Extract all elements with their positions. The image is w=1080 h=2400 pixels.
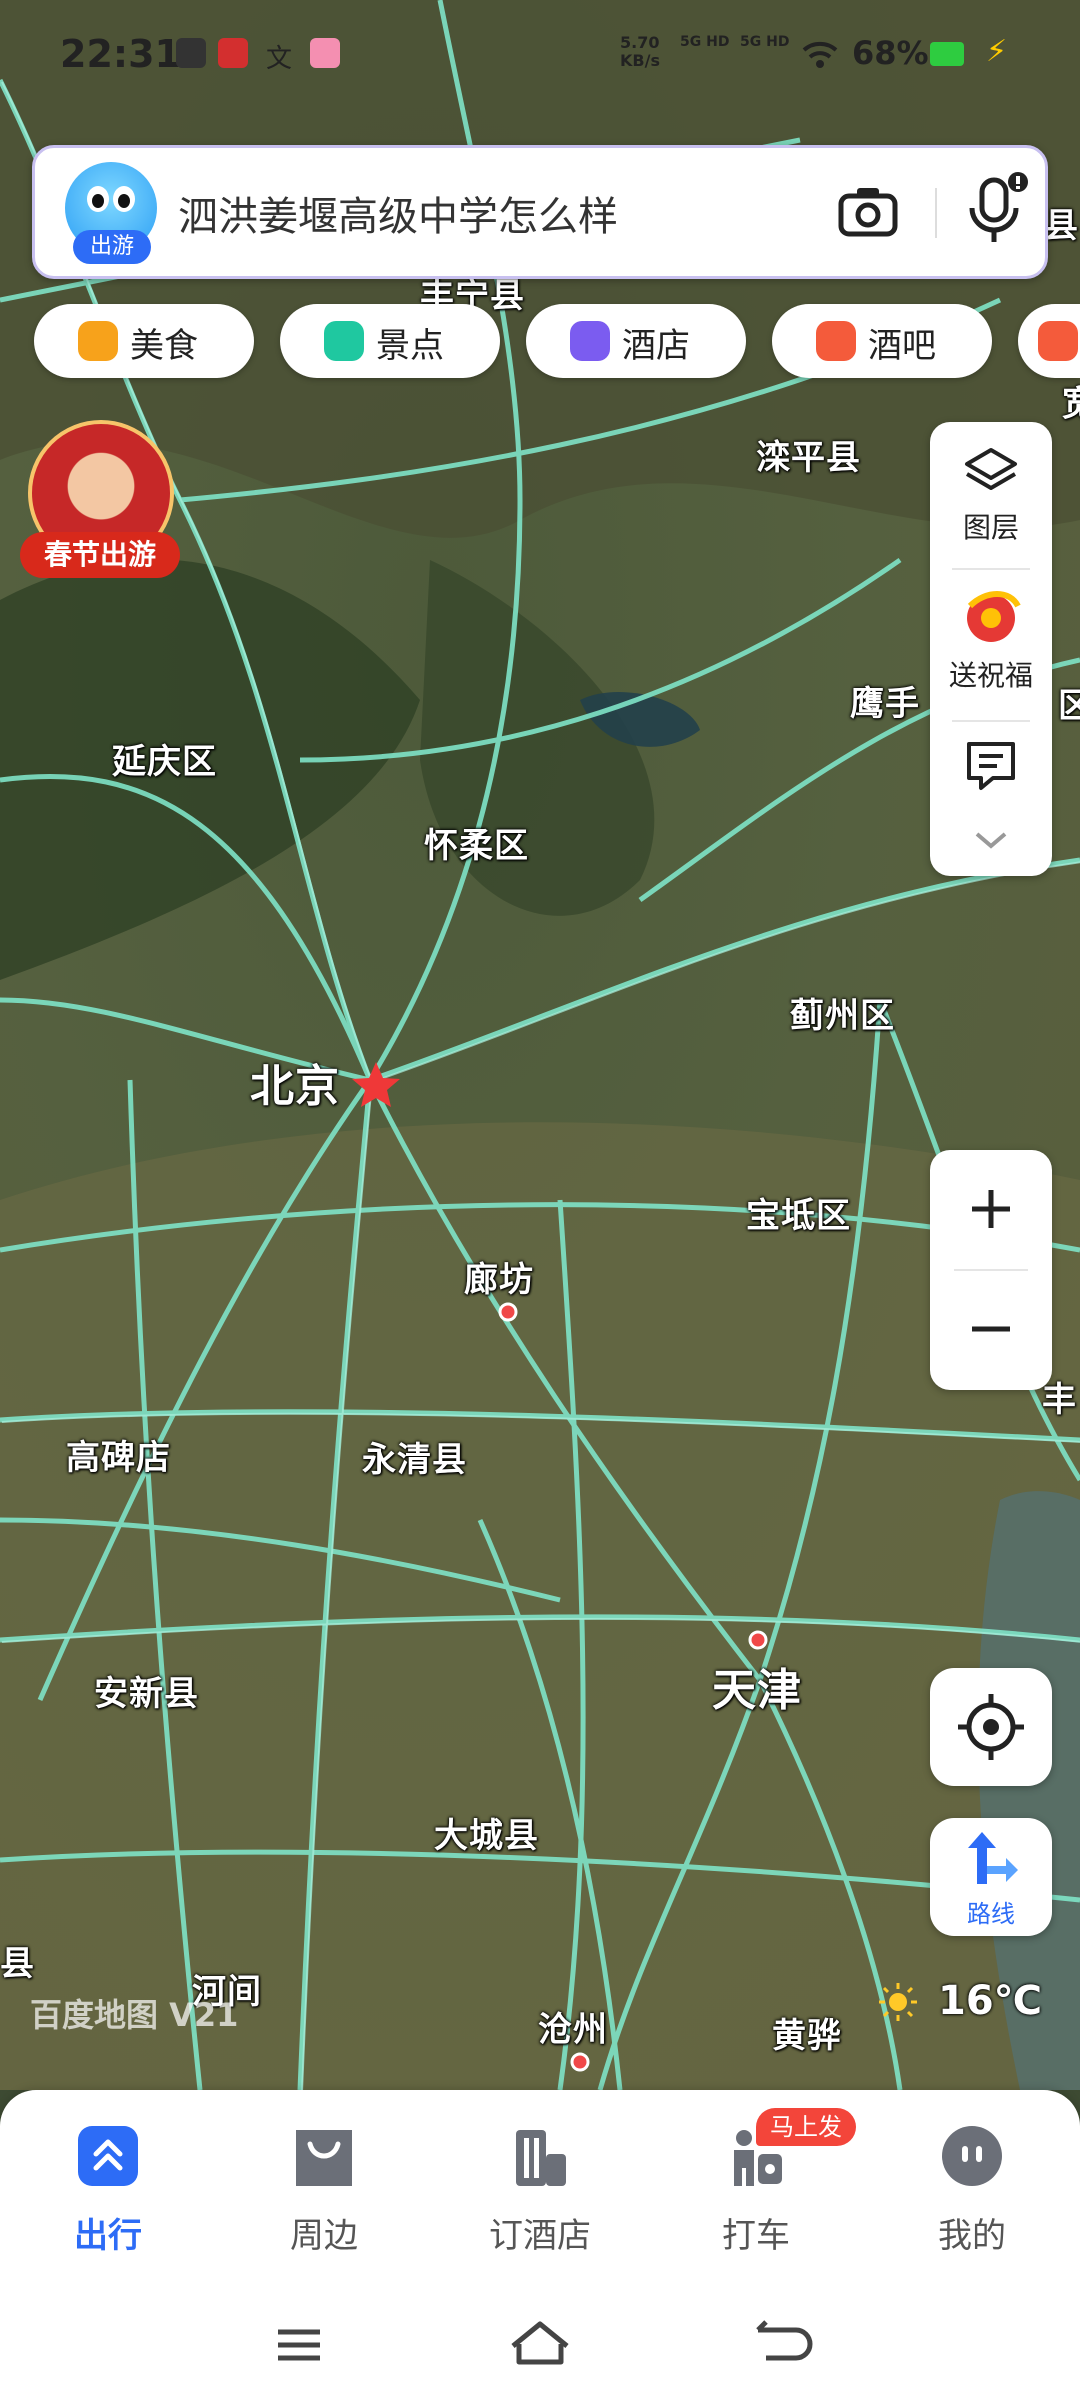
app-notification-icon: [310, 38, 340, 68]
expand-tools-button[interactable]: [930, 830, 1052, 856]
travel-icon: [78, 2126, 138, 2186]
battery-icon: [930, 42, 964, 66]
nav-label: 订酒店: [489, 2216, 591, 2256]
place-label: 县: [1044, 206, 1079, 246]
chevron-down-icon: [975, 832, 1007, 849]
place-label: 大城县: [434, 1816, 539, 1856]
chip-label: 景点: [376, 326, 444, 366]
feedback-button[interactable]: [930, 738, 1052, 798]
place-label: 高碑店: [66, 1438, 171, 1478]
layers-button[interactable]: 图层: [930, 446, 1052, 546]
sun-icon: [879, 1983, 917, 2021]
tool-divider: [952, 720, 1030, 722]
home-icon[interactable]: [505, 2310, 575, 2380]
place-label: 天津: [712, 1665, 802, 1716]
food-icon: [78, 321, 118, 361]
greeting-icon: [967, 591, 1021, 642]
nearby-icon: [296, 2130, 352, 2186]
zoom-control: [930, 1150, 1052, 1390]
plus-icon: [972, 1190, 1010, 1228]
place-label: 县: [0, 1944, 35, 1984]
text-notification-icon: 文: [266, 44, 293, 74]
chip-label: 美食: [130, 326, 198, 366]
more-category-icon: [1038, 321, 1078, 361]
chip-label: 酒店: [622, 326, 690, 366]
nav-profile[interactable]: 我的: [882, 2124, 1062, 2264]
category-chip-hotel[interactable]: 酒店: [526, 304, 746, 378]
minus-icon: [972, 1326, 1010, 1332]
hotel-booking-icon: [516, 2130, 566, 2186]
system-navigation-bar: [0, 2290, 1080, 2400]
place-label: 永清县: [362, 1440, 467, 1480]
tool-divider: [952, 568, 1030, 570]
scenic-icon: [324, 321, 364, 361]
search-bar[interactable]: 出游 泗洪姜堰高级中学怎么样: [32, 145, 1048, 279]
mascot-tag: 出游: [73, 230, 151, 264]
place-label: 黄骅: [772, 2016, 842, 2056]
map-tools-panel: 图层 送祝福: [930, 422, 1052, 876]
festival-label: 春节出游: [20, 532, 180, 578]
microphone-icon[interactable]: [960, 170, 1036, 250]
locate-icon: [958, 1694, 1024, 1760]
signal-icon: 5G HD: [740, 34, 790, 50]
place-label: 蓟州区: [790, 996, 895, 1036]
category-chip-scenic[interactable]: 景点: [280, 304, 500, 378]
nav-nearby[interactable]: 周边: [234, 2124, 414, 2264]
place-label: 区: [1058, 686, 1080, 726]
chip-label: 酒吧: [868, 326, 936, 366]
temperature: 16℃: [938, 1978, 1043, 2024]
nav-hotel-booking[interactable]: 订酒店: [450, 2124, 630, 2264]
zoom-out-button[interactable]: [930, 1270, 1052, 1388]
place-label: 怀柔区: [424, 826, 529, 866]
route-label: 路线: [967, 1900, 1015, 1928]
wifi-icon: [802, 41, 838, 68]
search-divider: [935, 188, 937, 238]
place-label: 廊坊: [464, 1260, 534, 1300]
menu-icon[interactable]: [264, 2310, 334, 2380]
route-button[interactable]: 路线: [930, 1818, 1052, 1936]
app-notification-icon: [218, 38, 248, 68]
bar-icon: [816, 321, 856, 361]
camera-icon[interactable]: [835, 178, 901, 244]
greeting-button[interactable]: 送祝福: [930, 586, 1052, 694]
place-label: 滦平县: [756, 438, 861, 478]
taxi-promo-badge: 马上发: [756, 2108, 856, 2146]
place-label: 宽: [1062, 376, 1080, 425]
route-arrow-icon: [968, 1832, 1018, 1884]
map-version-watermark: 百度地图 V21: [30, 1996, 239, 2034]
place-label-capital: 北京: [250, 1061, 340, 1112]
signal-icon: 5G HD: [680, 34, 730, 50]
status-time: 22:31: [60, 32, 181, 76]
layers-icon: [965, 448, 1017, 490]
locate-me-button[interactable]: [930, 1668, 1052, 1786]
category-chip-food[interactable]: 美食: [34, 304, 254, 378]
place-label: 宝坻区: [746, 1196, 851, 1236]
nav-label: 我的: [938, 2216, 1006, 2256]
hotel-icon: [570, 321, 610, 361]
profile-icon: [942, 2126, 1002, 2186]
place-label: 沧州: [538, 2010, 608, 2050]
charging-icon: ⚡: [986, 34, 1008, 69]
place-label: 安新县: [94, 1674, 199, 1714]
nav-label: 打车: [722, 2216, 790, 2256]
category-chip-bar[interactable]: 酒吧: [772, 304, 992, 378]
mascot-icon[interactable]: 出游: [65, 162, 157, 264]
search-input[interactable]: 泗洪姜堰高级中学怎么样: [178, 184, 618, 242]
nav-travel[interactable]: 出行: [18, 2124, 198, 2264]
greeting-label: 送祝福: [948, 659, 1033, 692]
notification-icon: [176, 38, 206, 68]
layers-label: 图层: [962, 511, 1019, 544]
network-speed: 5.70 KB/s: [620, 33, 660, 70]
place-label: 鹰手: [850, 684, 920, 724]
nav-label: 周边: [290, 2216, 358, 2256]
status-bar: 22:31 文 5.70 KB/s 5G HD 5G HD 68% ⚡: [0, 30, 1080, 80]
place-label: 延庆区: [112, 742, 217, 782]
message-icon: [967, 742, 1015, 790]
battery-percent: 68%: [852, 34, 929, 72]
zoom-in-button[interactable]: [930, 1150, 1052, 1268]
spring-festival-badge[interactable]: 春节出游: [20, 420, 180, 582]
back-icon[interactable]: [746, 2310, 816, 2380]
nav-label: 出行: [74, 2216, 142, 2256]
